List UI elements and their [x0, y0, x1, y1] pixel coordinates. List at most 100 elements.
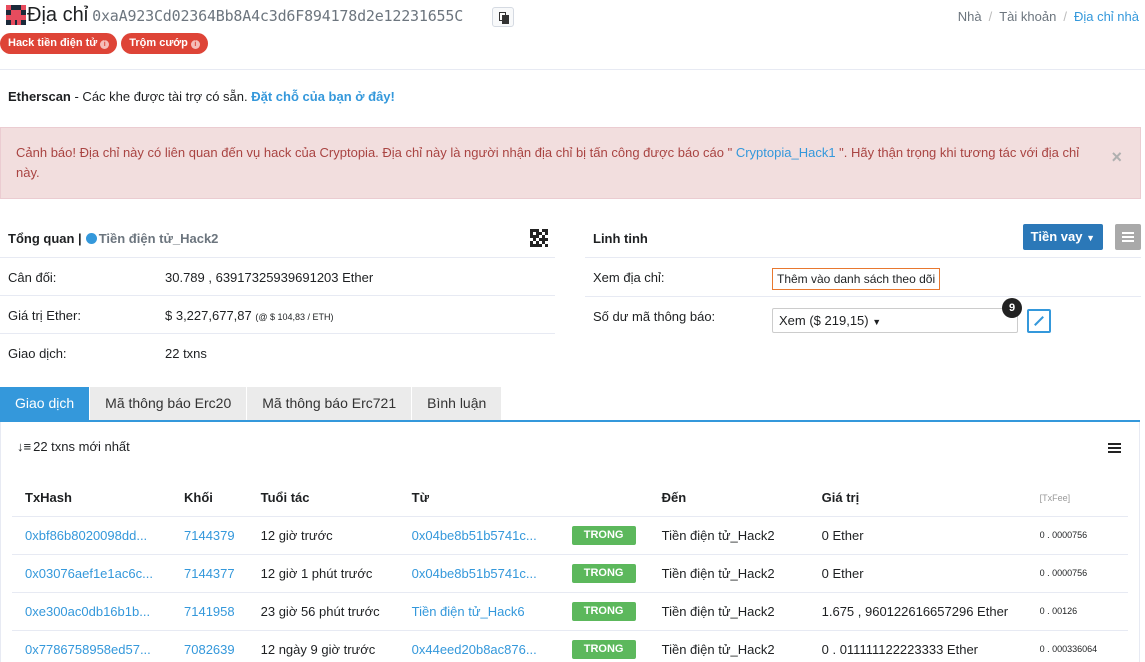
borrow-dropdown-button[interactable]: Tiền vay ▼ — [1022, 224, 1103, 250]
from-link[interactable]: 0x04be8b51b5741c... — [412, 528, 537, 543]
address-identicon — [6, 5, 26, 25]
breadcrumb-home[interactable]: Nhà — [958, 9, 982, 24]
direction-badge: TRONG — [571, 601, 636, 621]
tab-comments[interactable]: Bình luận — [412, 387, 502, 420]
block-link[interactable]: 7144377 — [184, 566, 235, 581]
tx-fee: 0 . 0000756 — [1026, 554, 1128, 593]
tx-value: 1.675 , 960122616657296 Ether — [808, 592, 1027, 631]
tx-age: 12 giờ trước — [247, 516, 399, 555]
hamburger-menu-icon[interactable] — [1108, 443, 1121, 454]
overview-panel: Tổng quan | Tiền điện tử_Hack2 Cân đối: 3… — [0, 219, 555, 372]
ether-value: $ 3,227,677,87 — [165, 308, 252, 323]
info-icon: i — [190, 40, 200, 49]
table-header-row: TxHash Khối Tuổi tác Từ Đến Giá trị [TxF… — [12, 480, 1128, 517]
direction-badge: TRONG — [571, 639, 636, 659]
tx-value: 0 Ether — [808, 516, 1027, 555]
ether-value-row: Giá trị Ether: $ 3,227,677,87 (@ $ 104,8… — [0, 296, 555, 334]
page-title-text: Địa chỉ — [27, 4, 89, 26]
tx-value: 0 . 011111122223333 Ether — [808, 630, 1027, 662]
copy-address-button[interactable] — [492, 7, 514, 27]
sponsor-brand: Etherscan — [8, 89, 71, 104]
tag-crypto-hack[interactable]: Hack tiền điện tử i — [0, 33, 118, 54]
tx-fee: 0 . 000336064 — [1026, 630, 1128, 662]
sponsor-text: - Các khe được tài trợ có sẵn. — [70, 89, 252, 104]
expand-icon[interactable] — [1027, 309, 1051, 333]
tab-erc721[interactable]: Mã thông báo Erc721 — [247, 387, 412, 420]
misc-title: Linh tinh — [593, 231, 648, 246]
table-row: 0x7786758958ed57... 7082639 12 ngày 9 gi… — [12, 630, 1128, 662]
caret-down-icon: ▼ — [1086, 233, 1095, 243]
to-address: Tiền điện tử_Hack2 — [648, 554, 809, 593]
block-link[interactable]: 7082639 — [184, 642, 235, 657]
tx-fee: 0 . 0000756 — [1026, 516, 1128, 555]
misc-header: Linh tinh Tiền vay ▼ — [585, 219, 1141, 258]
col-block: Khối — [171, 480, 248, 517]
sponsor-link[interactable]: Đặt chỗ của bạn ở đây! — [251, 89, 395, 104]
balance-row: Cân đối: 30.789 , 63917325939691203 Ethe… — [0, 258, 555, 296]
transactions-row: Giao dịch: 22 txns — [8, 346, 207, 361]
col-txhash: TxHash — [12, 480, 171, 517]
token-balance-select[interactable]: Xem ($ 219,15) ▼ — [772, 308, 1018, 333]
tx-value: 0 Ether — [808, 554, 1027, 593]
token-count-badge: 9 — [1002, 298, 1022, 318]
to-address: Tiền điện tử_Hack2 — [648, 516, 809, 555]
menu-button[interactable] — [1115, 224, 1141, 250]
table-row: 0x03076aef1e1ac6c... 7144377 12 giờ 1 ph… — [12, 554, 1128, 593]
sponsored-slot: Etherscan - Các khe được tài trợ có sẵn.… — [8, 89, 395, 104]
breadcrumb: Nhà / Tài khoản / Địa chỉ nhà — [957, 9, 1139, 24]
tag-robbery[interactable]: Trộm cướp i — [121, 33, 208, 54]
to-address: Tiền điện tử_Hack2 — [648, 630, 809, 662]
table-row: 0xbf86b8020098dd... 7144379 12 giờ trước… — [12, 516, 1128, 555]
balance-value: 30.789 , 63917325939691203 Ether — [165, 270, 374, 285]
globe-icon — [85, 233, 97, 244]
token-balance-row: Số dư mã thông báo: Xem ($ 219,15) ▼ 9 — [585, 297, 1141, 341]
col-txfee[interactable]: [TxFee] — [1026, 480, 1128, 517]
close-icon[interactable]: × — [1111, 147, 1122, 167]
from-link[interactable]: Tiền điện tử_Hack6 — [412, 604, 525, 619]
overview-header: Tổng quan | Tiền điện tử_Hack2 — [0, 219, 555, 258]
address-tags: Hack tiền điện tử i Trộm cướp i — [0, 33, 212, 54]
tx-age: 12 giờ 1 phút trước — [247, 554, 399, 593]
transactions-panel: ↓≡ 22 txns mới nhất TxHash Khối Tuổi tác … — [0, 422, 1140, 662]
tab-erc20[interactable]: Mã thông báo Erc20 — [90, 387, 247, 420]
ether-price: (@ $ 104,83 / ETH) — [255, 312, 334, 322]
page-header: Địa chỉ 0xaA923Cd02364Bb8A4c3d6F894178d2e… — [0, 0, 1145, 70]
tx-hash-link[interactable]: 0x03076aef1e1ac6c... — [25, 566, 153, 581]
col-direction — [558, 480, 649, 517]
to-address: Tiền điện tử_Hack2 — [648, 592, 809, 631]
col-to: Đến — [648, 480, 809, 517]
from-link[interactable]: 0x44eed20b8ac876... — [412, 642, 537, 657]
tx-age: 23 giờ 56 phút trước — [247, 592, 399, 631]
warning-hack-link[interactable]: Cryptopia_Hack1 — [736, 145, 836, 160]
info-icon: i — [100, 40, 110, 49]
tx-hash-link[interactable]: 0xbf86b8020098dd... — [25, 528, 147, 543]
tx-hash-link[interactable]: 0xe300ac0db16b1b... — [25, 604, 150, 619]
tx-hash-link[interactable]: 0x7786758958ed57... — [25, 642, 151, 657]
tab-transactions[interactable]: Giao dịch — [0, 387, 90, 420]
block-link[interactable]: 7144379 — [184, 528, 235, 543]
tx-fee: 0 . 00126 — [1026, 592, 1128, 631]
direction-badge: TRONG — [571, 563, 636, 583]
transactions-table: TxHash Khối Tuổi tác Từ Đến Giá trị [TxF… — [12, 480, 1128, 662]
add-to-watchlist-button[interactable]: Thêm vào danh sách theo dõi — [772, 268, 941, 290]
tx-age: 12 ngày 9 giờ trước — [247, 630, 399, 662]
watch-address-row: Xem địa chỉ: Thêm vào danh sách theo dõi — [585, 258, 1141, 297]
qr-code-icon[interactable] — [530, 229, 548, 247]
tab-bar: Giao dịch Mã thông báo Erc20 Mã thông báo … — [0, 387, 502, 421]
col-from: Từ — [398, 480, 559, 517]
caret-down-icon: ▼ — [872, 317, 882, 327]
txn-count-heading: ↓≡ 22 txns mới nhất — [17, 439, 130, 454]
warning-alert: Cảnh báo! Địa chỉ này có liên quan đến v… — [0, 127, 1141, 199]
from-link[interactable]: 0x04be8b51b5741c... — [412, 566, 537, 581]
misc-panel: Linh tinh Tiền vay ▼ Xem địa chỉ: Thêm v… — [585, 219, 1141, 341]
address-hash: 0xaA923Cd02364Bb8A4c3d6F894178d2e1223165… — [92, 7, 464, 25]
breadcrumb-accounts[interactable]: Tài khoản — [999, 9, 1056, 24]
sort-icon[interactable]: ↓≡ — [17, 439, 31, 454]
txn-count: 22 txns — [165, 346, 207, 361]
page-title: Địa chỉ 0xaA923Cd02364Bb8A4c3d6F894178d2e… — [27, 4, 463, 27]
direction-badge: TRONG — [571, 525, 636, 545]
col-value: Giá trị — [808, 480, 1027, 517]
breadcrumb-current: Địa chỉ nhà — [1073, 9, 1139, 24]
overview-title: Tổng quan | — [8, 231, 82, 246]
block-link[interactable]: 7141958 — [184, 604, 235, 619]
